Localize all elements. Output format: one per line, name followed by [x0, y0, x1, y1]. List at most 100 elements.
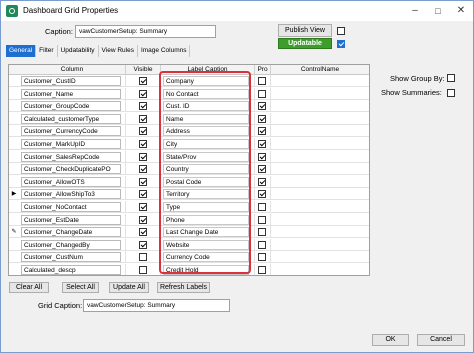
label-caption-cell[interactable]: Country: [161, 163, 255, 176]
pro-checkbox[interactable]: [258, 240, 266, 249]
table-row[interactable]: Customer_Name No Contact: [9, 87, 369, 100]
label-caption-cell[interactable]: Currency Code: [161, 251, 255, 264]
updatable-button[interactable]: Updatable: [278, 38, 332, 49]
pro-checkbox[interactable]: [258, 165, 266, 174]
column-cell[interactable]: Customer_ChangeDate: [19, 226, 126, 239]
pro-checkbox[interactable]: [258, 215, 266, 224]
pro-checkbox[interactable]: [258, 127, 266, 136]
pro-checkbox[interactable]: [258, 190, 266, 199]
row-selector[interactable]: [10, 252, 18, 262]
visible-checkbox[interactable]: [139, 203, 147, 211]
table-row[interactable]: Customer_CustID Company: [9, 75, 369, 87]
publish-view-button[interactable]: Publish View: [278, 24, 332, 37]
grid-caption-input[interactable]: vawCustomerSetup: Summary: [83, 299, 230, 312]
row-selector[interactable]: [10, 215, 18, 225]
table-row[interactable]: Calculated_descp Credit Hold: [9, 264, 369, 275]
control-name-cell[interactable]: [271, 113, 369, 125]
current-row-indicator-icon[interactable]: ▶: [10, 189, 18, 199]
column-cell[interactable]: Customer_SalesRepCode: [19, 150, 126, 163]
visible-checkbox[interactable]: [139, 140, 147, 148]
updatable-checkbox[interactable]: [337, 40, 345, 48]
control-name-cell[interactable]: [271, 75, 369, 87]
column-header-visible[interactable]: Visible: [126, 65, 161, 75]
row-selector[interactable]: [10, 177, 18, 187]
label-caption-input[interactable]: Country: [163, 164, 249, 175]
visible-checkbox[interactable]: [139, 190, 147, 199]
label-caption-input[interactable]: No Contact: [163, 88, 249, 99]
label-caption-input[interactable]: Territory: [163, 189, 249, 200]
visible-checkbox[interactable]: [139, 266, 147, 274]
label-caption-cell[interactable]: Last Change Date: [161, 226, 255, 239]
control-name-cell[interactable]: [271, 239, 369, 251]
visible-checkbox[interactable]: [139, 152, 147, 161]
label-caption-input[interactable]: Currency Code: [163, 252, 249, 263]
column-cell[interactable]: Customer_CustID: [19, 75, 126, 87]
tab-filter[interactable]: Filter: [36, 45, 58, 57]
label-caption-input[interactable]: City: [163, 139, 249, 149]
edit-row-indicator-icon[interactable]: ✎: [10, 227, 18, 237]
publish-view-checkbox[interactable]: [337, 27, 345, 35]
label-caption-input[interactable]: Last Change Date: [163, 227, 249, 238]
column-cell[interactable]: Customer_ChangedBy: [19, 238, 126, 251]
visible-checkbox[interactable]: [139, 127, 147, 136]
control-name-cell[interactable]: [271, 264, 369, 275]
pro-checkbox[interactable]: [258, 77, 266, 85]
column-cell[interactable]: Customer_EstDate: [19, 213, 126, 226]
pro-checkbox[interactable]: [258, 89, 266, 98]
column-cell[interactable]: Customer_CustNum: [19, 251, 126, 264]
control-name-cell[interactable]: [271, 125, 369, 137]
column-cell[interactable]: Customer_GroupCode: [19, 100, 126, 113]
pro-checkbox[interactable]: [258, 177, 266, 186]
control-name-cell[interactable]: [271, 251, 369, 263]
show-summaries-checkbox[interactable]: [447, 89, 455, 97]
pro-checkbox[interactable]: [258, 203, 266, 211]
ok-button[interactable]: OK: [372, 334, 409, 346]
column-cell[interactable]: Customer_CheckDuplicatePO: [19, 163, 126, 176]
table-row[interactable]: Customer_SalesRepCode State/Prov: [9, 150, 369, 163]
pro-checkbox[interactable]: [258, 253, 266, 262]
table-row[interactable]: Customer_EstDate Phone: [9, 213, 369, 226]
update-all-button[interactable]: Update All: [109, 282, 149, 293]
visible-checkbox[interactable]: [139, 89, 147, 98]
table-row[interactable]: Calculated_customerType Name: [9, 112, 369, 125]
caption-input[interactable]: vawCustomerSetup: Summary: [75, 25, 216, 38]
select-all-button[interactable]: Select All: [62, 282, 99, 293]
row-selector[interactable]: [10, 164, 18, 174]
visible-checkbox[interactable]: [139, 253, 147, 262]
label-caption-input[interactable]: Postal Code: [163, 176, 249, 187]
cancel-button[interactable]: Cancel: [417, 334, 465, 346]
label-caption-input[interactable]: Company: [163, 76, 249, 86]
label-caption-cell[interactable]: Website: [161, 238, 255, 251]
tab-image-columns[interactable]: Image Columns: [138, 45, 191, 57]
control-name-cell[interactable]: [271, 163, 369, 175]
control-name-cell[interactable]: [271, 88, 369, 100]
column-cell[interactable]: Customer_NoContact: [19, 201, 126, 213]
label-caption-cell[interactable]: No Contact: [161, 87, 255, 100]
label-caption-input[interactable]: Phone: [163, 214, 249, 225]
pro-checkbox[interactable]: [258, 140, 266, 148]
label-caption-cell[interactable]: Credit Hold: [161, 264, 255, 275]
visible-checkbox[interactable]: [139, 228, 147, 237]
table-row[interactable]: Customer_MarkUpID City: [9, 138, 369, 150]
label-caption-cell[interactable]: City: [161, 138, 255, 150]
control-name-cell[interactable]: [271, 226, 369, 238]
column-cell[interactable]: Calculated_customerType: [19, 112, 126, 125]
label-caption-cell[interactable]: Phone: [161, 213, 255, 226]
row-selector[interactable]: [10, 202, 18, 212]
row-selector[interactable]: [10, 240, 18, 250]
row-selector[interactable]: [10, 101, 18, 111]
row-selector[interactable]: [10, 139, 18, 149]
refresh-labels-button[interactable]: Refresh Labels: [157, 282, 210, 293]
visible-checkbox[interactable]: [139, 77, 147, 85]
control-name-cell[interactable]: [271, 138, 369, 150]
visible-checkbox[interactable]: [139, 240, 147, 249]
column-header-label-caption[interactable]: Label Caption: [161, 65, 255, 75]
clear-all-button[interactable]: Clear All: [9, 282, 49, 293]
row-selector[interactable]: [10, 76, 18, 86]
table-row[interactable]: Customer_GroupCode Cust. ID: [9, 100, 369, 113]
column-cell[interactable]: Customer_MarkUpID: [19, 138, 126, 150]
column-header-pro[interactable]: Pro: [255, 65, 271, 75]
table-row[interactable]: Customer_NoContact Type: [9, 201, 369, 213]
column-header-column[interactable]: Column: [19, 65, 126, 75]
row-selector[interactable]: [10, 152, 18, 162]
